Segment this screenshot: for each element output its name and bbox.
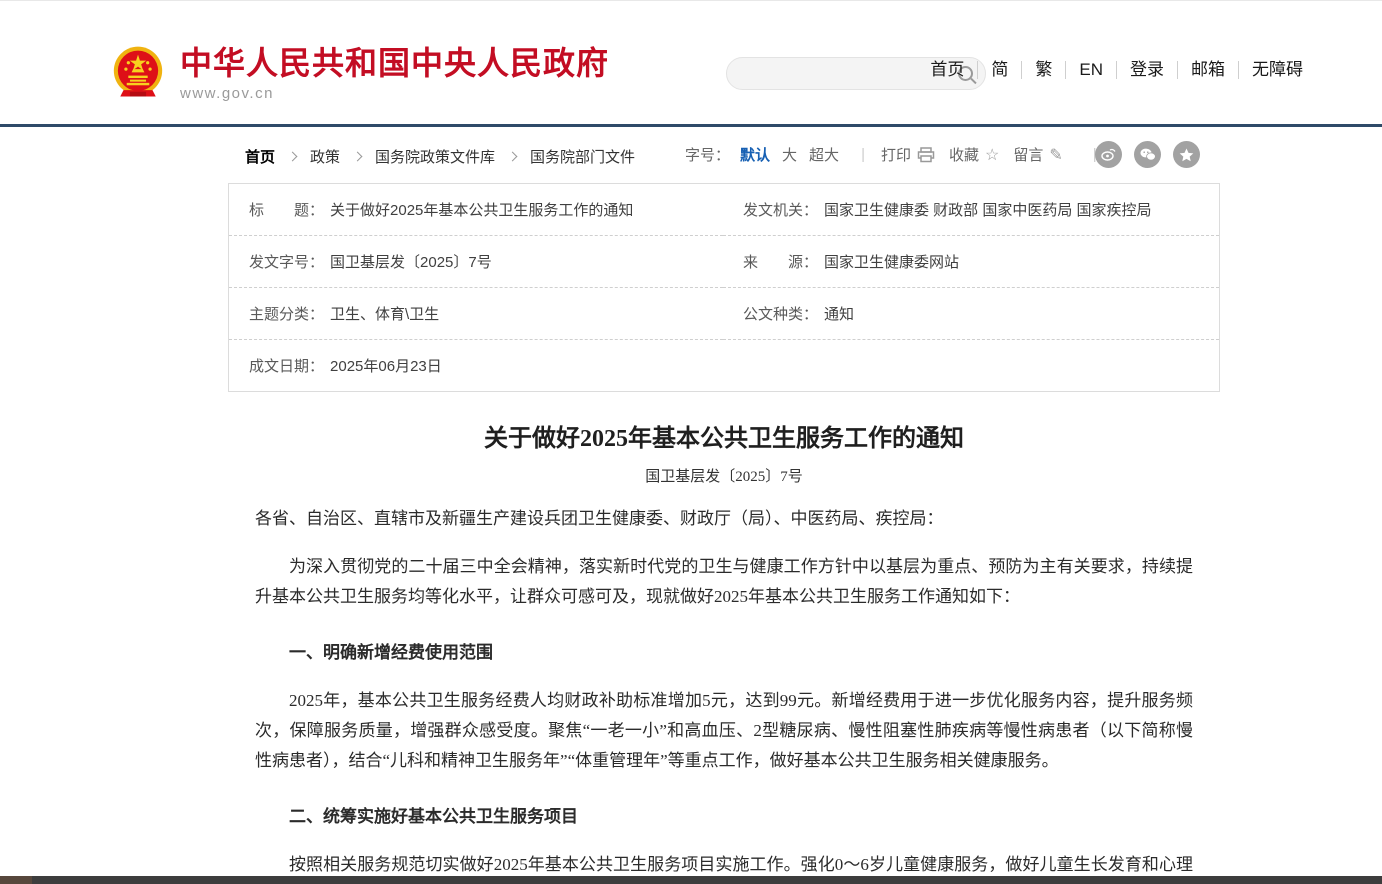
print-button[interactable]: 打印 (881, 144, 935, 165)
meta-empty-cell (723, 340, 1219, 391)
site-logo[interactable]: 中华人民共和国中央人民政府 www.gov.cn (112, 45, 609, 103)
weibo-icon (1101, 148, 1116, 161)
document-toolbar: 字号： 默认 大 超大 | 打印 收藏 ☆ 留言 ✎ | (685, 144, 1113, 165)
intro-paragraph: 为深入贯彻党的二十届三中全会精神，落实新时代党的卫生与健康工作方针中以基层为重点… (255, 552, 1193, 612)
breadcrumb-home[interactable]: 首页 (245, 146, 275, 167)
national-emblem-icon (112, 45, 164, 103)
nav-mail[interactable]: 邮箱 (1177, 61, 1238, 79)
meta-issuing-agency-value: 国家卫生健康委 财政部 国家中医药局 国家疾控局 (824, 199, 1152, 220)
meta-source-label: 来 源： (743, 251, 818, 272)
meta-issuing-agency-label: 发文机关： (743, 199, 818, 220)
meta-doc-type-label: 公文种类： (743, 303, 818, 324)
toolbar-divider: | (861, 146, 865, 163)
document-article: 关于做好2025年基本公共卫生服务工作的通知 国卫基层发〔2025〕7号 各省、… (228, 418, 1220, 884)
meta-doc-number-label: 发文字号： (249, 251, 324, 272)
chevron-right-icon (508, 152, 518, 162)
nav-traditional[interactable]: 繁 (1021, 61, 1065, 79)
breadcrumb-policy-library[interactable]: 国务院政策文件库 (375, 146, 495, 167)
meta-doc-number-cell: 发文字号： 国卫基层发〔2025〕7号 (229, 236, 723, 288)
font-size-xlarge-button[interactable]: 超大 (809, 144, 839, 165)
meta-title-cell: 标 题： 关于做好2025年基本公共卫生服务工作的通知 (229, 184, 723, 236)
meta-doc-number-value: 国卫基层发〔2025〕7号 (330, 251, 492, 272)
section-1-paragraph: 2025年，基本公共卫生服务经费人均财政补助标准增加5元，达到99元。新增经费用… (255, 686, 1193, 776)
comment-button[interactable]: 留言 ✎ (1013, 144, 1062, 165)
breadcrumb-toolbar-row: 首页 政策 国务院政策文件库 国务院部门文件 字号： 默认 大 超大 | 打印 … (0, 127, 1382, 183)
article-title: 关于做好2025年基本公共卫生服务工作的通知 (255, 418, 1193, 453)
favorite-button[interactable]: 收藏 ☆ (949, 144, 999, 165)
section-2-heading: 二、统筹实施好基本公共卫生服务项目 (255, 802, 1193, 832)
meta-issuing-agency-cell: 发文机关： 国家卫生健康委 财政部 国家中医药局 国家疾控局 (723, 184, 1219, 236)
nav-english[interactable]: EN (1065, 61, 1116, 79)
bottom-edge-bar (0, 876, 1382, 884)
font-size-large-button[interactable]: 大 (782, 144, 797, 165)
meta-topic-category-value: 卫生、体育\卫生 (330, 303, 439, 324)
top-nav: 首页 简 繁 EN 登录 邮箱 无障碍 (917, 61, 1316, 79)
font-size-label: 字号： (685, 144, 730, 165)
chevron-right-icon (353, 152, 363, 162)
section-1-heading: 一、明确新增经费使用范围 (255, 638, 1193, 668)
site-header: 中华人民共和国中央人民政府 www.gov.cn 首页 简 繁 EN 登录 邮箱… (0, 1, 1382, 127)
meta-topic-category-label: 主题分类： (249, 303, 324, 324)
meta-title-label: 标 题： (249, 199, 324, 220)
chevron-right-icon (288, 152, 298, 162)
article-doc-number: 国卫基层发〔2025〕7号 (255, 465, 1193, 486)
nav-simplified[interactable]: 简 (977, 61, 1021, 79)
meta-title-value: 关于做好2025年基本公共卫生服务工作的通知 (330, 199, 633, 220)
site-title: 中华人民共和国中央人民政府 (180, 45, 609, 81)
share-buttons (1095, 141, 1212, 168)
nav-home[interactable]: 首页 (917, 61, 977, 79)
star-icon: ☆ (985, 145, 999, 165)
meta-date-value: 2025年06月23日 (330, 355, 442, 376)
font-size-default-button[interactable]: 默认 (740, 144, 770, 165)
meta-topic-category-cell: 主题分类： 卫生、体育\卫生 (229, 288, 723, 340)
meta-doc-type-cell: 公文种类： 通知 (723, 288, 1219, 340)
meta-source-value: 国家卫生健康委网站 (824, 251, 959, 272)
site-url: www.gov.cn (180, 85, 609, 102)
bottom-edge-segment (0, 876, 32, 884)
nav-accessibility[interactable]: 无障碍 (1238, 61, 1316, 79)
article-body: 各省、自治区、直辖市及新疆生产建设兵团卫生健康委、财政厅（局）、中医药局、疾控局… (255, 504, 1193, 884)
breadcrumb: 首页 政策 国务院政策文件库 国务院部门文件 (245, 146, 635, 167)
meta-date-label: 成文日期： (249, 355, 324, 376)
meta-doc-type-value: 通知 (824, 303, 854, 324)
printer-icon (917, 147, 935, 163)
meta-date-cell: 成文日期： 2025年06月23日 (229, 340, 723, 391)
qzone-star-icon (1179, 148, 1194, 162)
document-metadata-box: 标 题： 关于做好2025年基本公共卫生服务工作的通知 发文机关： 国家卫生健康… (228, 183, 1220, 392)
salutation-paragraph: 各省、自治区、直辖市及新疆生产建设兵团卫生健康委、财政厅（局）、中医药局、疾控局… (255, 504, 1193, 534)
share-wechat-button[interactable] (1134, 141, 1161, 168)
breadcrumb-policy[interactable]: 政策 (310, 146, 340, 167)
wechat-icon (1140, 148, 1156, 161)
meta-source-cell: 来 源： 国家卫生健康委网站 (723, 236, 1219, 288)
nav-login[interactable]: 登录 (1116, 61, 1177, 79)
breadcrumb-department-docs[interactable]: 国务院部门文件 (530, 146, 635, 167)
pencil-icon: ✎ (1049, 145, 1062, 165)
share-qzone-button[interactable] (1173, 141, 1200, 168)
share-weibo-button[interactable] (1095, 141, 1122, 168)
